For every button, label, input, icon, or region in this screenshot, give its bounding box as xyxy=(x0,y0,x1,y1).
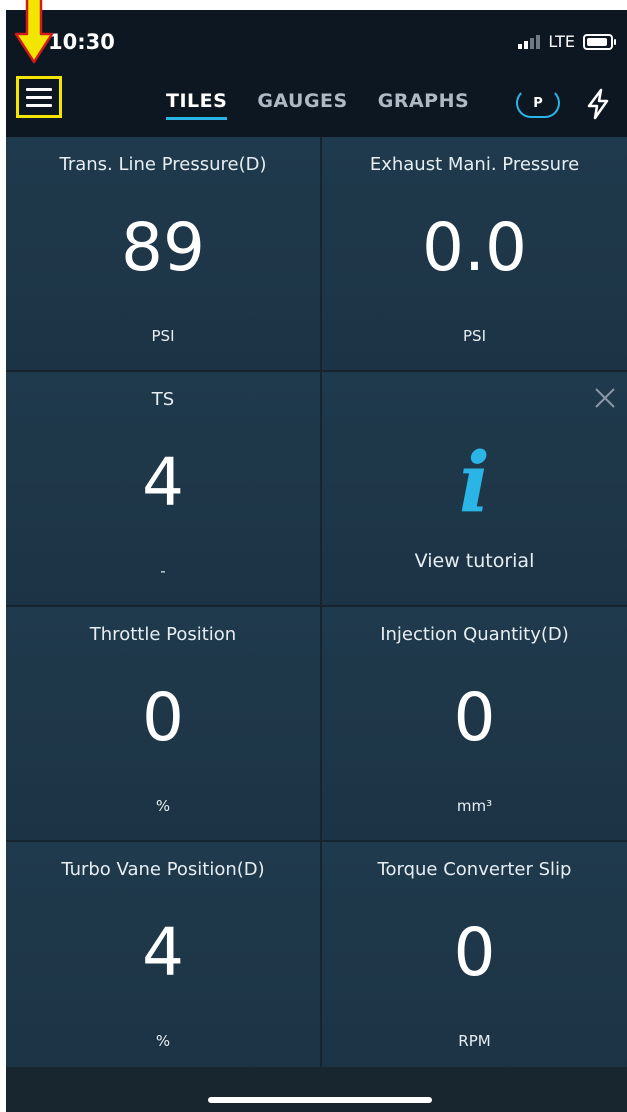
app-screen: 10:30 LTE TILES GAUGES GRAPHS P Trans. L… xyxy=(6,10,627,1112)
info-icon: i xyxy=(458,435,491,531)
tile-value: 0 xyxy=(453,679,496,756)
tile-unit: PSI xyxy=(151,327,175,345)
tile-unit: % xyxy=(155,1032,171,1050)
status-indicators: LTE xyxy=(518,32,616,51)
tile-exhaust-mani-pressure[interactable]: Exhaust Mani. Pressure 0.0 PSI xyxy=(322,137,627,370)
network-label: LTE xyxy=(548,32,575,51)
tile-unit: PSI xyxy=(463,327,486,345)
hamburger-menu-button[interactable] xyxy=(16,76,62,118)
tile-title: Trans. Line Pressure(D) xyxy=(59,154,267,175)
tile-value: 0.0 xyxy=(422,209,527,286)
close-icon[interactable] xyxy=(593,386,617,410)
tile-torque-converter-slip[interactable]: Torque Converter Slip 0 RPM xyxy=(322,842,627,1075)
tab-graphs[interactable]: GRAPHS xyxy=(378,90,469,112)
tile-injection-quantity[interactable]: Injection Quantity(D) 0 mm³ xyxy=(322,607,627,840)
tile-value: 0 xyxy=(453,914,496,991)
battery-icon xyxy=(583,33,616,50)
tile-throttle-position[interactable]: Throttle Position 0 % xyxy=(6,607,320,840)
tile-title: Throttle Position xyxy=(89,624,237,645)
tile-trans-line-pressure[interactable]: Trans. Line Pressure(D) 89 PSI xyxy=(6,137,320,370)
tile-view-tutorial[interactable]: i View tutorial xyxy=(322,372,627,605)
tile-unit: % xyxy=(155,797,171,815)
menu-line xyxy=(26,87,52,91)
tile-title: TS xyxy=(151,389,175,410)
arrow-down-annotation-icon xyxy=(14,0,54,64)
tile-title: Exhaust Mani. Pressure xyxy=(369,154,580,175)
tile-value: 0 xyxy=(142,679,184,756)
top-bar: 10:30 LTE TILES GAUGES GRAPHS P xyxy=(6,10,627,137)
tile-unit: RPM xyxy=(458,1032,491,1050)
tiles-grid: Trans. Line Pressure(D) 89 PSI Exhaust M… xyxy=(6,137,627,1075)
tile-turbo-vane-position[interactable]: Turbo Vane Position(D) 4 % xyxy=(6,842,320,1075)
lightning-bolt-icon[interactable] xyxy=(584,88,612,120)
menu-line xyxy=(26,103,52,107)
tile-ts[interactable]: TS 4 - xyxy=(6,372,320,605)
tab-gauges[interactable]: GAUGES xyxy=(257,90,347,112)
tile-title: Torque Converter Slip xyxy=(377,859,572,880)
tile-value: 89 xyxy=(121,209,205,286)
signal-icon xyxy=(518,34,541,49)
bottom-bar xyxy=(6,1067,627,1112)
status-time: 10:30 xyxy=(48,30,115,54)
tile-unit: - xyxy=(160,562,166,580)
tab-tiles[interactable]: TILES xyxy=(166,90,228,120)
tile-value: 4 xyxy=(142,444,184,521)
view-tabs: TILES GAUGES GRAPHS xyxy=(166,90,469,120)
tile-title: Turbo Vane Position(D) xyxy=(61,859,265,880)
connection-badge[interactable]: P xyxy=(516,88,560,118)
tile-title: Injection Quantity(D) xyxy=(380,624,569,645)
home-indicator[interactable] xyxy=(208,1097,432,1103)
tile-value: 4 xyxy=(142,914,184,991)
view-tutorial-label: View tutorial xyxy=(414,550,535,572)
menu-line xyxy=(26,95,52,99)
tile-unit: mm³ xyxy=(456,797,493,815)
